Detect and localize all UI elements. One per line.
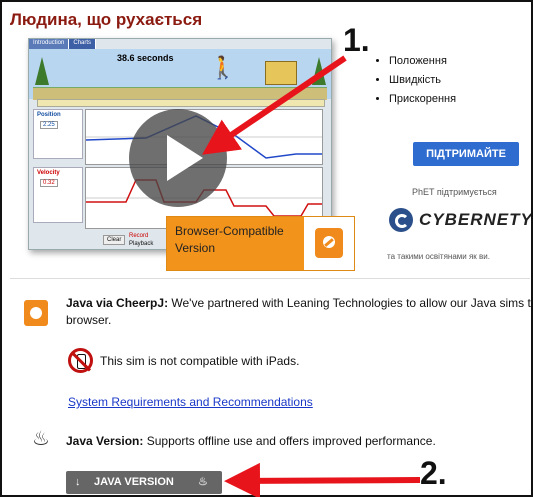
tree-right — [312, 57, 326, 85]
topic-item: Швидкість — [389, 71, 456, 90]
no-ipad-icon — [68, 348, 93, 373]
preview-tabs: Introduction Charts — [29, 39, 97, 49]
record-radio: Record — [129, 233, 149, 239]
java-version-text: Supports offline use and offers improved… — [143, 434, 436, 448]
download-arrow-icon: ↓ — [75, 476, 81, 488]
position-label: Position — [37, 112, 61, 118]
sim-timer: 38.6 seconds — [117, 53, 174, 63]
browser-compatible-version-button[interactable]: Browser-Compatible Version — [166, 216, 355, 271]
browser-compatible-label: Browser-Compatible Version — [167, 217, 304, 270]
cybernetyx-icon — [389, 208, 413, 232]
house-icon — [265, 61, 297, 85]
java-icon: ♨ — [32, 428, 50, 450]
java-version-description: Java Version: Supports offline use and o… — [66, 434, 436, 448]
position-panel: Position 2.25 — [33, 109, 83, 159]
topics-list: Положення Швидкість Прискорення — [375, 52, 456, 109]
tree-left — [35, 57, 49, 85]
walking-man-icon: 🚶 — [209, 55, 237, 80]
play-video-button[interactable] — [129, 109, 227, 207]
position-value: 2.25 — [40, 121, 58, 129]
system-requirements-link[interactable]: System Requirements and Recommendations — [68, 395, 313, 409]
java-version-button-label: JAVA VERSION — [94, 476, 174, 488]
ipad-note: This sim is not compatible with iPads. — [100, 354, 300, 368]
velocity-label: Velocity — [37, 170, 60, 176]
clear-button: Clear — [103, 235, 126, 245]
cheerpj-description: Java via CheerpJ: We've partnered with L… — [66, 295, 531, 329]
sponsor-subtext: та такими освітянами як ви. — [387, 252, 490, 261]
topic-item: Положення — [389, 52, 456, 71]
java-version-heading: Java Version: — [66, 434, 144, 448]
topic-item: Прискорення — [389, 90, 456, 109]
support-button[interactable]: ПІДТРИМАЙТЕ — [413, 142, 519, 166]
html5-icon — [315, 228, 343, 258]
sponsor-logo[interactable]: CYBERNETYX — [389, 208, 533, 232]
page-title: Людина, що рухається — [10, 10, 203, 29]
page-frame: Людина, що рухається Introduction Charts… — [0, 0, 533, 497]
phet-supported-text: PhET підтримується — [412, 187, 497, 197]
java-version-button[interactable]: ↓ JAVA VERSION ♨ — [66, 471, 222, 494]
velocity-panel: Velocity 0.32 — [33, 167, 83, 223]
annotation-1: 1. — [343, 22, 370, 58]
cheerpj-icon — [24, 300, 48, 326]
annotation-2: 2. — [420, 455, 447, 491]
cheerpj-heading: Java via CheerpJ: — [66, 296, 169, 310]
tab-charts: Charts — [69, 39, 97, 49]
playback-radio: Playback — [129, 241, 154, 247]
velocity-value: 0.32 — [40, 179, 58, 187]
sim-ruler — [37, 99, 325, 107]
play-icon — [167, 135, 203, 181]
sponsor-name: CYBERNETYX — [419, 210, 533, 229]
tab-introduction: Introduction — [29, 39, 70, 49]
divider — [10, 278, 530, 279]
java-button-icon: ♨ — [198, 476, 208, 488]
